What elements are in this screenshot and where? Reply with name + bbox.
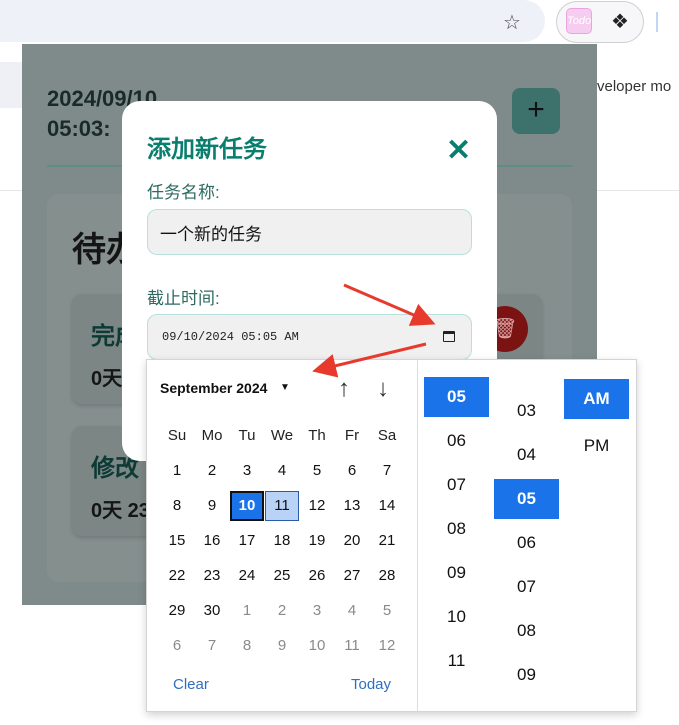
minute-option[interactable]: 04 xyxy=(494,435,559,475)
calendar-day[interactable]: 14 xyxy=(370,491,404,521)
calendar-day[interactable]: 29 xyxy=(160,596,194,626)
calendar-day[interactable]: 24 xyxy=(230,561,264,591)
weekday-label: Th xyxy=(308,427,326,444)
calendar-day[interactable]: 19 xyxy=(300,526,334,556)
weekday-label: Fr xyxy=(344,427,360,444)
weekday-label: We xyxy=(270,427,294,444)
task-card-countdown: 0天 23 xyxy=(91,500,150,522)
calendar-day[interactable]: 7 xyxy=(370,456,404,486)
calendar-day[interactable]: 5 xyxy=(300,456,334,486)
page-background-strip xyxy=(0,62,22,108)
calendar-day[interactable]: 9 xyxy=(265,631,299,661)
calendar-day[interactable]: 22 xyxy=(160,561,194,591)
calendar-day[interactable]: 8 xyxy=(160,491,194,521)
calendar-day[interactable]: 1 xyxy=(160,456,194,486)
ampm-option[interactable]: AM xyxy=(564,379,629,419)
todo-extension-icon[interactable]: Todo xyxy=(566,8,592,34)
calendar-day[interactable]: 2 xyxy=(265,596,299,626)
modal-title: 添加新任务 xyxy=(147,136,267,163)
calendar-day[interactable]: 3 xyxy=(300,596,334,626)
calendar-day[interactable]: 26 xyxy=(300,561,334,591)
calendar-day[interactable]: 25 xyxy=(265,561,299,591)
calendar-day[interactable]: 11 xyxy=(335,631,369,661)
calendar-day[interactable]: 23 xyxy=(195,561,229,591)
calendar-day[interactable]: 6 xyxy=(335,456,369,486)
previous-month-arrow-icon[interactable]: ↑ xyxy=(338,376,350,402)
minute-option[interactable]: 06 xyxy=(494,523,559,563)
address-bar[interactable] xyxy=(0,0,545,42)
calendar-day[interactable]: 8 xyxy=(230,631,264,661)
weekday-label: Sa xyxy=(377,427,397,444)
calendar-day[interactable]: 13 xyxy=(335,491,369,521)
puzzle-icon[interactable]: ❖ xyxy=(611,9,629,34)
next-month-arrow-icon[interactable]: ↓ xyxy=(377,376,389,402)
calendar-day[interactable]: 1 xyxy=(230,596,264,626)
hour-option[interactable]: 08 xyxy=(424,509,489,549)
today-button[interactable]: Today xyxy=(351,676,391,693)
minute-option[interactable]: 07 xyxy=(494,567,559,607)
minute-option[interactable]: 08 xyxy=(494,611,559,651)
weekday-label: Su xyxy=(167,427,187,444)
hour-option[interactable]: 07 xyxy=(424,465,489,505)
minute-option[interactable]: 05 xyxy=(494,479,559,519)
deadline-label: 截止时间: xyxy=(147,289,220,308)
calendar-icon[interactable] xyxy=(443,331,455,342)
calendar-day[interactable]: 17 xyxy=(230,526,264,556)
star-icon[interactable]: ☆ xyxy=(503,10,521,35)
deadline-value: 09/10/2024 05:05 AM xyxy=(162,330,299,344)
calendar-day[interactable]: 30 xyxy=(195,596,229,626)
calendar-day[interactable]: 6 xyxy=(160,631,194,661)
calendar-day[interactable]: 15 xyxy=(160,526,194,556)
weekday-label: Tu xyxy=(238,427,256,444)
calendar-day[interactable]: 2 xyxy=(195,456,229,486)
calendar-day[interactable]: 18 xyxy=(265,526,299,556)
task-card-countdown: 0天 xyxy=(91,368,123,390)
calendar-day[interactable]: 28 xyxy=(370,561,404,591)
add-task-button[interactable]: + xyxy=(512,88,560,134)
clear-button[interactable]: Clear xyxy=(173,676,209,693)
close-icon[interactable]: ✕ xyxy=(446,136,471,166)
caret-down-icon[interactable]: ▼ xyxy=(280,382,290,393)
month-year-select[interactable]: September 2024 xyxy=(160,380,267,396)
minute-option[interactable]: 03 xyxy=(494,391,559,431)
toolbar-divider xyxy=(656,12,658,32)
task-name-label: 任务名称: xyxy=(147,183,220,202)
calendar-day[interactable]: 4 xyxy=(335,596,369,626)
browser-toolbar: ☆ Todo ❖ xyxy=(0,0,679,44)
calendar-day[interactable]: 3 xyxy=(230,456,264,486)
calendar-day[interactable]: 16 xyxy=(195,526,229,556)
calendar-day[interactable]: 10 xyxy=(230,491,264,521)
calendar-day[interactable]: 12 xyxy=(300,491,334,521)
calendar-day[interactable]: 7 xyxy=(195,631,229,661)
hour-option[interactable]: 09 xyxy=(424,553,489,593)
hour-option[interactable]: 05 xyxy=(424,377,489,417)
extension-badge-text: Todo xyxy=(567,15,592,27)
calendar-day[interactable]: 21 xyxy=(370,526,404,556)
weekday-label: Mo xyxy=(201,427,223,444)
hour-option[interactable]: 06 xyxy=(424,421,489,461)
hour-option[interactable]: 11 xyxy=(424,641,489,681)
ampm-option[interactable]: PM xyxy=(564,426,629,466)
task-name-input[interactable] xyxy=(147,209,472,255)
developer-mode-text: veloper mo xyxy=(597,78,672,95)
hour-option[interactable]: 10 xyxy=(424,597,489,637)
picker-divider xyxy=(417,360,418,711)
calendar-day[interactable]: 20 xyxy=(335,526,369,556)
calendar-day[interactable]: 12 xyxy=(370,631,404,661)
calendar-day[interactable]: 5 xyxy=(370,596,404,626)
calendar-day[interactable]: 9 xyxy=(195,491,229,521)
minute-option[interactable]: 09 xyxy=(494,655,559,695)
calendar-day[interactable]: 4 xyxy=(265,456,299,486)
calendar-day[interactable]: 27 xyxy=(335,561,369,591)
calendar-day[interactable]: 11 xyxy=(265,491,299,521)
calendar-day[interactable]: 10 xyxy=(300,631,334,661)
